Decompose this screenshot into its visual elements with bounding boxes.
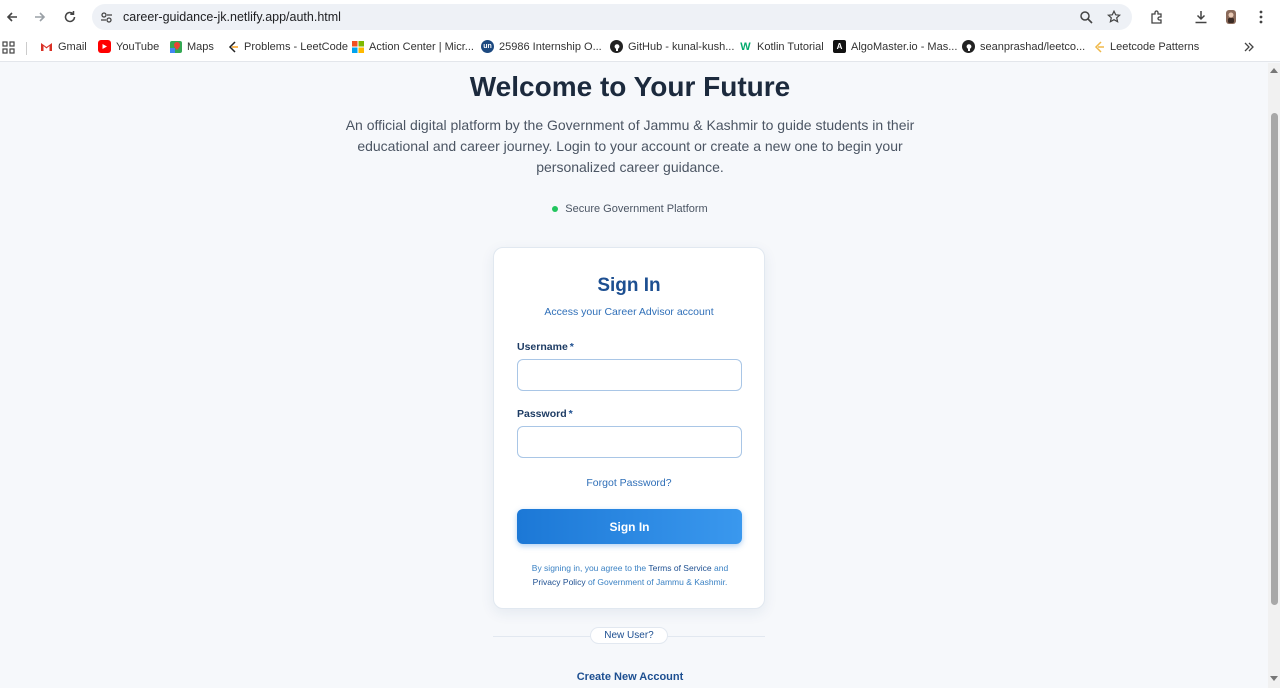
forward-arrow-icon[interactable]	[30, 7, 50, 27]
bookmark-github-kunal[interactable]: GitHub - kunal-kush...	[610, 40, 734, 53]
github-icon	[962, 40, 975, 53]
username-label-text: Username	[517, 341, 568, 353]
address-bar[interactable]: career-guidance-jk.netlify.app/auth.html	[92, 4, 1132, 30]
password-label-text: Password	[517, 408, 567, 420]
bookmark-label: Problems - LeetCode	[244, 40, 348, 53]
terms-prefix: By signing in, you agree to the	[531, 563, 647, 573]
bookmark-label: Leetcode Patterns	[1110, 40, 1200, 53]
bookmark-label: Kotlin Tutorial	[757, 40, 824, 53]
bookmark-github-seanprashad[interactable]: seanprashad/leetco...	[962, 40, 1085, 53]
bookmark-star-icon[interactable]	[1106, 9, 1122, 25]
scroll-down-arrow-icon[interactable]	[1270, 676, 1278, 681]
microsoft-icon	[351, 40, 364, 53]
terms-of-service-link[interactable]: Terms of Service	[648, 563, 711, 573]
reload-icon[interactable]	[60, 7, 80, 27]
bookmark-leetcode-patterns[interactable]: Leetcode Patterns	[1092, 40, 1199, 53]
bookmark-gmail[interactable]: Gmail	[40, 40, 87, 53]
secure-badge: Secure Government Platform	[0, 203, 1260, 215]
more-bookmarks-icon[interactable]	[1243, 41, 1255, 53]
page-description: An official digital platform by the Gove…	[345, 117, 915, 175]
unstop-icon: un	[481, 40, 494, 53]
username-input[interactable]	[517, 359, 742, 391]
download-icon[interactable]	[1192, 8, 1210, 26]
bookmark-algomaster[interactable]: A AlgoMaster.io - Mas...	[833, 40, 957, 53]
bookmark-leetcode-problems[interactable]: Problems - LeetCode	[226, 40, 348, 53]
chrome-menu-icon[interactable]	[1252, 8, 1270, 26]
back-arrow-icon[interactable]	[2, 7, 22, 27]
bookmark-label: 25986 Internship O...	[499, 40, 602, 53]
password-label: Password *	[517, 408, 573, 420]
bookmark-label: Gmail	[58, 40, 87, 53]
terms-suffix: of Government of Jammu & Kashmir.	[587, 577, 728, 587]
profile-avatar-icon[interactable]	[1222, 8, 1240, 26]
terms-and: and	[714, 563, 729, 573]
forgot-password-link[interactable]: Forgot Password?	[494, 477, 764, 489]
bookmarks-bar: Gmail YouTube Maps Problems - LeetCode A…	[0, 34, 1280, 62]
signin-subtitle: Access your Career Advisor account	[544, 306, 714, 318]
zoom-icon[interactable]	[1078, 9, 1094, 25]
gmail-icon	[40, 40, 53, 53]
leetcode-icon	[1092, 40, 1105, 53]
page-title: Welcome to Your Future	[469, 71, 791, 102]
privacy-policy-link[interactable]: Privacy Policy	[533, 577, 586, 587]
url-text[interactable]: career-guidance-jk.netlify.app/auth.html	[123, 10, 341, 24]
extensions-icon[interactable]	[1148, 8, 1166, 26]
page-viewport: Welcome to Your Future An official digit…	[0, 63, 1268, 688]
github-icon	[610, 40, 623, 53]
signin-title: Sign In	[597, 275, 661, 296]
status-dot-icon	[552, 206, 559, 212]
apps-grid-icon[interactable]	[2, 41, 15, 54]
new-user-badge: New User?	[590, 627, 668, 644]
bookmark-label: GitHub - kunal-kush...	[628, 40, 735, 53]
bookmark-label: seanprashad/leetco...	[980, 40, 1086, 53]
site-settings-icon[interactable]	[98, 9, 114, 25]
bookmark-label: YouTube	[116, 40, 160, 53]
create-account-link[interactable]: Create New Account	[0, 671, 1260, 683]
signin-button[interactable]: Sign In	[517, 509, 742, 544]
bookmark-maps[interactable]: Maps	[169, 40, 214, 53]
scroll-thumb[interactable]	[1271, 113, 1278, 605]
password-input[interactable]	[517, 426, 742, 458]
algomaster-icon: A	[833, 40, 846, 53]
username-label: Username *	[517, 341, 574, 353]
bookmark-internship[interactable]: un 25986 Internship O...	[481, 40, 602, 53]
maps-icon	[169, 40, 182, 53]
required-marker: *	[568, 408, 573, 420]
leetcode-icon	[226, 40, 239, 53]
bookmark-action-center[interactable]: Action Center | Micr...	[351, 40, 474, 53]
w3-icon: W	[740, 40, 751, 53]
scroll-up-arrow-icon[interactable]	[1270, 68, 1278, 73]
bookmark-label: Action Center | Micr...	[369, 40, 474, 53]
bookmark-youtube[interactable]: YouTube	[98, 40, 159, 53]
youtube-icon	[98, 40, 111, 53]
page-scrollbar[interactable]	[1268, 63, 1280, 688]
required-marker: *	[569, 341, 574, 353]
secure-badge-label: Secure Government Platform	[565, 203, 708, 215]
signin-card: Sign In Access your Career Advisor accou…	[493, 247, 765, 609]
bookmark-kotlin[interactable]: W Kotlin Tutorial	[739, 40, 824, 53]
terms-notice: By signing in, you agree to the Terms of…	[514, 561, 746, 589]
browser-toolbar: career-guidance-jk.netlify.app/auth.html	[0, 0, 1280, 34]
bookmark-separator	[26, 42, 27, 55]
bookmark-label: AlgoMaster.io - Mas...	[851, 40, 958, 53]
bookmark-label: Maps	[187, 40, 214, 53]
